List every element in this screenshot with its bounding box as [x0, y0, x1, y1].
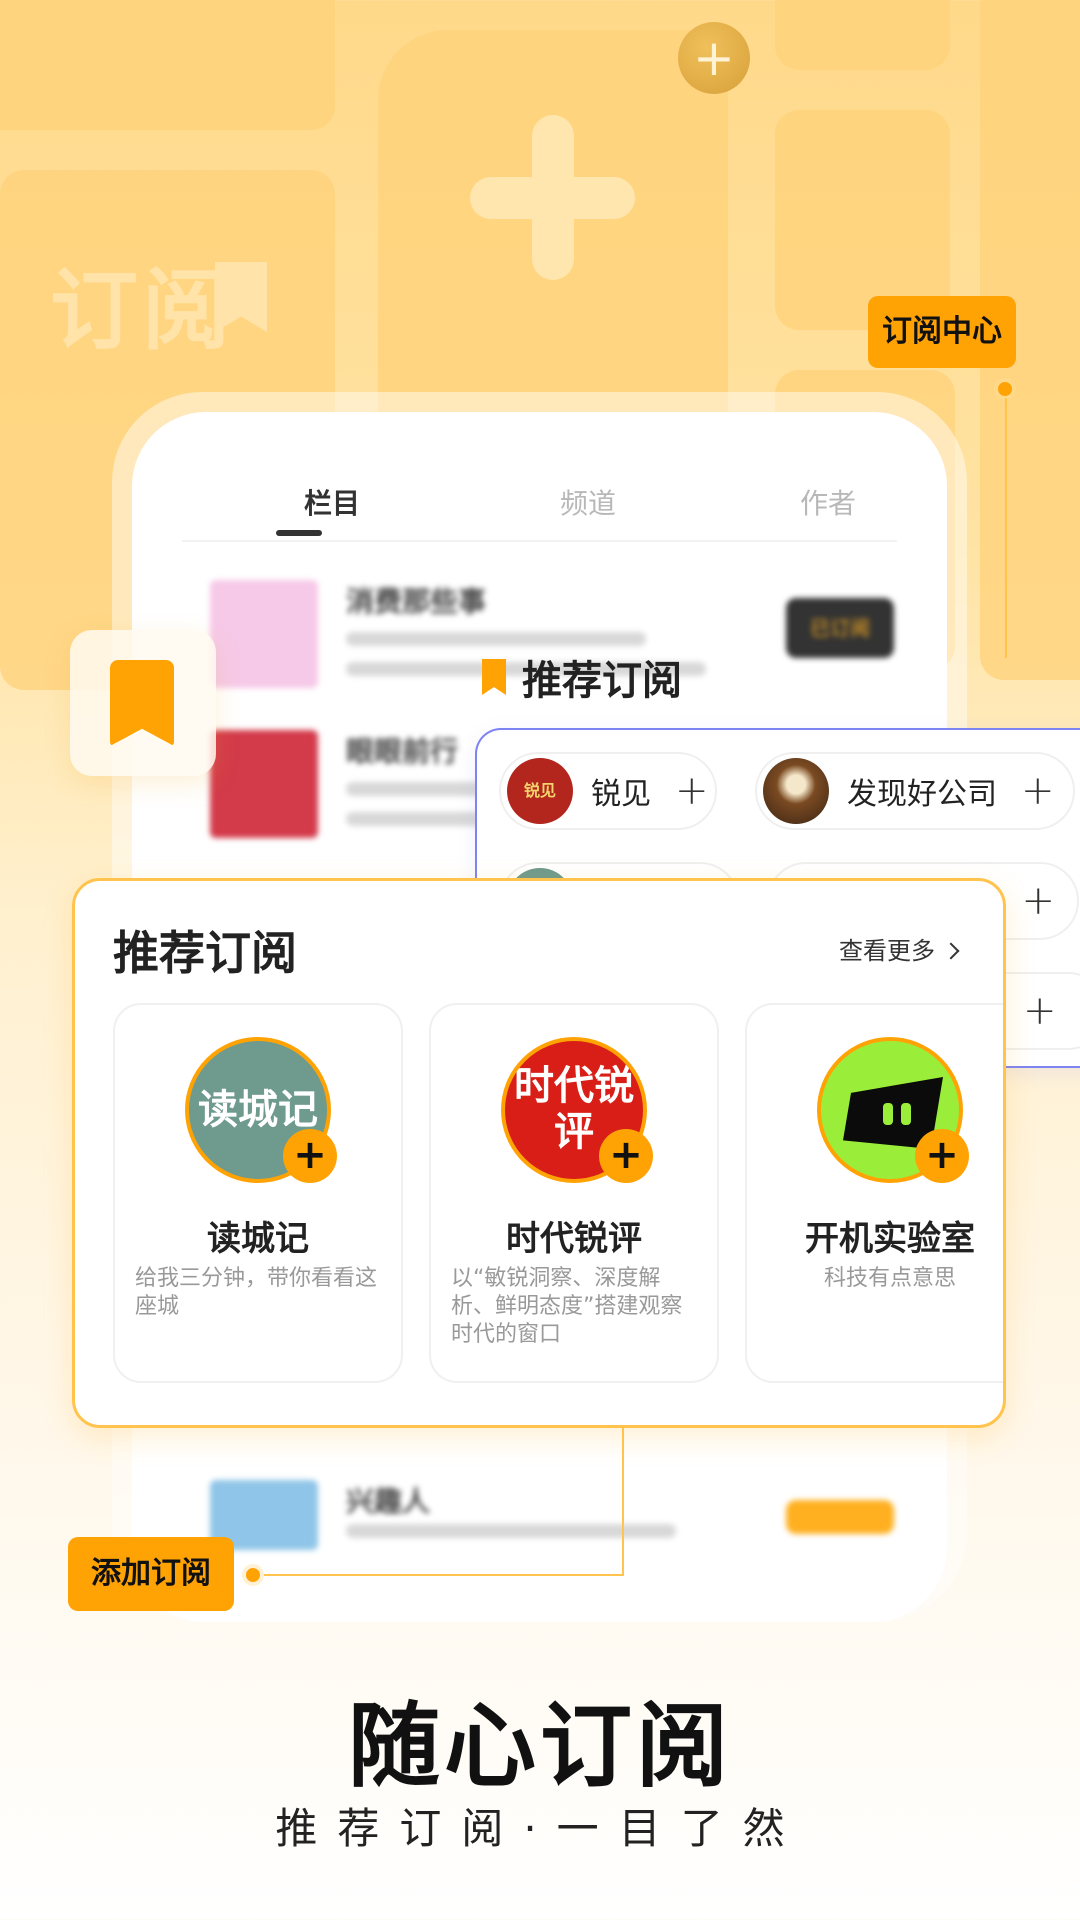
- add-subscription-button[interactable]: +: [283, 1129, 337, 1183]
- plus-icon[interactable]: +: [1021, 768, 1055, 814]
- bookmark-icon: [482, 659, 506, 695]
- bookmark-card: [70, 630, 216, 776]
- subscription-name: 时代锐评: [506, 1219, 642, 1259]
- plus-icon[interactable]: +: [1021, 878, 1055, 924]
- view-more-link[interactable]: 查看更多: [839, 931, 960, 966]
- bookmark-icon: [110, 660, 174, 746]
- floating-heading-text: 推荐订阅: [522, 657, 682, 704]
- add-subscription-button[interactable]: +: [599, 1129, 653, 1183]
- chip-avatar: [763, 758, 829, 824]
- chevron-right-icon: [942, 942, 960, 960]
- callout-line: [1005, 398, 1007, 658]
- list-title: 消费那些事: [346, 585, 487, 618]
- subscription-desc: 给我三分钟，带你看看这座城: [135, 1266, 378, 1319]
- hero-title: 随心订阅: [347, 1692, 732, 1800]
- recommend-card: 推荐订阅 查看更多 读城记 + 读城记 给我三分钟，带你看看这座城 时代锐评 +…: [72, 878, 1006, 1428]
- chip-faxianhaogongsi[interactable]: 发现好公司 +: [755, 752, 1075, 830]
- callout-line: [622, 1428, 624, 1576]
- bg-plus-icon: [470, 115, 635, 280]
- plus-icon[interactable]: +: [1023, 988, 1057, 1034]
- list-line: [346, 1524, 676, 1538]
- chip-ruijian[interactable]: 锐见 锐见 +: [499, 752, 717, 830]
- chip-name: 发现好公司: [847, 777, 997, 812]
- callout-dot: [994, 378, 1016, 400]
- list-title: 兴趣人: [346, 1485, 431, 1518]
- top-plus-icon: +: [678, 22, 750, 94]
- list-thumb: [210, 730, 318, 838]
- hero-subtitle: 推荐订阅·一目了然: [275, 1804, 805, 1853]
- subscription-desc: 科技有点意思: [823, 1266, 956, 1291]
- subscription-desc: 以“敏锐洞察、深度解析、鲜明态度”搭建观察时代的窗口: [451, 1266, 683, 1347]
- subscribed-button[interactable]: 已订阅: [786, 598, 894, 658]
- tab-authors[interactable]: 作者: [800, 482, 856, 522]
- logo-eye: [883, 1103, 893, 1125]
- subscription-card-duchengji[interactable]: 读城记 + 读城记 给我三分钟，带你看看这座城: [113, 1003, 403, 1383]
- add-subscription-callout: 添加订阅: [68, 1537, 234, 1611]
- list-title: 眼眼前行: [346, 735, 459, 768]
- list-thumb: [210, 580, 318, 688]
- bg-tile: [0, 0, 335, 130]
- logo-eye: [901, 1103, 911, 1125]
- subscription-center-callout: 订阅中心: [868, 296, 1016, 368]
- floating-heading: 推荐订阅: [482, 648, 682, 706]
- tab-channels[interactable]: 频道: [560, 482, 616, 522]
- bg-watermark-text: 订阅: [50, 258, 235, 362]
- chip-avatar: 锐见: [507, 758, 573, 824]
- callout-line: [264, 1574, 624, 1576]
- bg-tile: [775, 0, 950, 70]
- tab-columns[interactable]: 栏目: [304, 482, 360, 522]
- add-subscription-button[interactable]: +: [915, 1129, 969, 1183]
- list-line: [346, 632, 646, 646]
- callout-dot: [242, 1564, 264, 1586]
- subscription-name: 开机实验室: [805, 1219, 975, 1259]
- view-more-label: 查看更多: [839, 937, 935, 965]
- tab-active-indicator: [276, 530, 322, 536]
- subscribe-button[interactable]: [786, 1500, 894, 1534]
- recommend-title: 推荐订阅: [113, 926, 297, 980]
- plus-icon[interactable]: +: [675, 768, 709, 814]
- subscription-card-shidairuiping[interactable]: 时代锐评 + 时代锐评 以“敏锐洞察、深度解析、鲜明态度”搭建观察时代的窗口: [429, 1003, 719, 1383]
- chip-name: 锐见: [591, 777, 651, 812]
- subscription-card-kaijishiyanshi[interactable]: + 开机实验室 科技有点意思: [745, 1003, 1003, 1383]
- subscription-name: 读城记: [207, 1219, 309, 1259]
